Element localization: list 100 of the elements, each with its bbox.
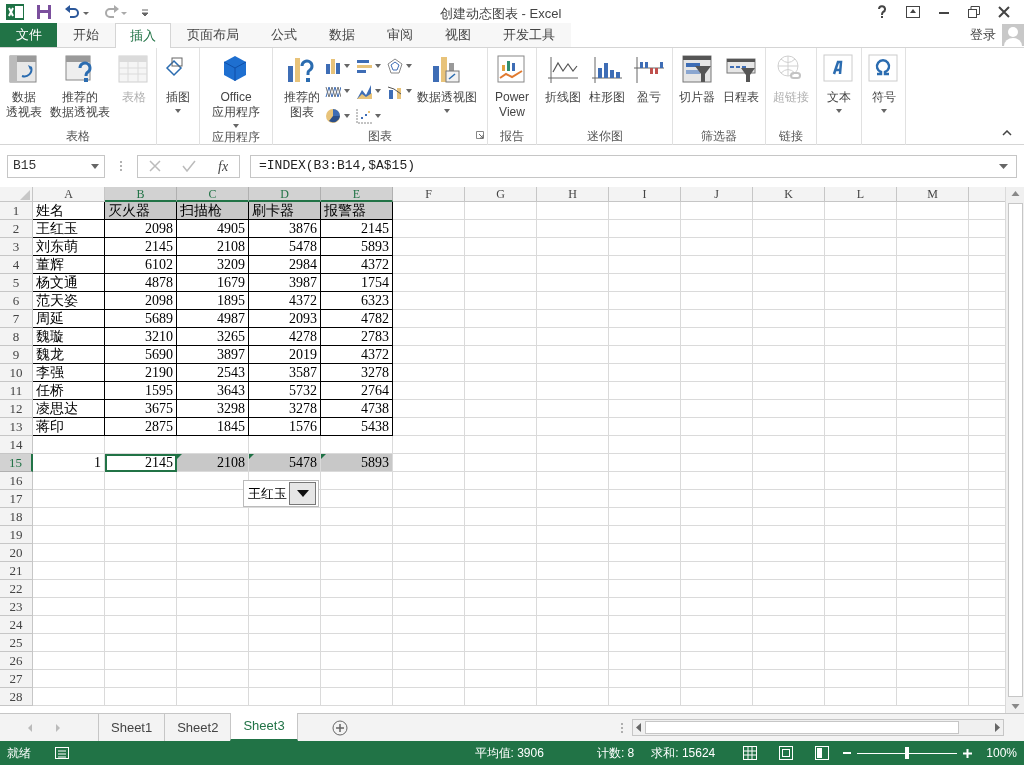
formula-field[interactable]: =INDEX(B3:B14,$A$15) [250, 154, 1017, 178]
empty-cell[interactable] [609, 490, 681, 508]
empty-cell[interactable] [393, 652, 465, 670]
row-header[interactable]: 14 [0, 436, 33, 454]
empty-cell[interactable] [897, 436, 969, 454]
table-cell[interactable]: 3987 [249, 274, 321, 292]
row-header[interactable]: 5 [0, 274, 33, 292]
table-cell[interactable]: 范天姿 [33, 292, 105, 310]
empty-cell[interactable] [105, 598, 177, 616]
empty-cell[interactable] [105, 580, 177, 598]
empty-cell[interactable] [537, 238, 609, 256]
table-cell[interactable]: 3643 [177, 382, 249, 400]
row-header[interactable]: 7 [0, 310, 33, 328]
empty-cell[interactable] [753, 526, 825, 544]
empty-cell[interactable] [393, 346, 465, 364]
ribbon-tab[interactable]: 页面布局 [171, 23, 255, 47]
empty-cell[interactable] [393, 364, 465, 382]
ribbon-button[interactable]: 文本 [820, 54, 858, 127]
empty-cell[interactable] [537, 400, 609, 418]
empty-cell[interactable] [897, 364, 969, 382]
page-layout-icon[interactable] [779, 746, 794, 760]
empty-cell[interactable] [825, 688, 897, 706]
empty-cell[interactable] [249, 616, 321, 634]
table-cell[interactable]: 扫描枪 [177, 202, 249, 220]
table-cell[interactable]: 5893 [321, 238, 393, 256]
table-cell[interactable]: 4987 [177, 310, 249, 328]
empty-cell[interactable] [393, 436, 465, 454]
column-header[interactable]: D [249, 187, 321, 202]
empty-cell[interactable] [897, 562, 969, 580]
empty-cell[interactable] [321, 652, 393, 670]
empty-cell[interactable] [825, 454, 897, 472]
restore-icon[interactable] [968, 6, 980, 18]
table-cell[interactable]: 2093 [249, 310, 321, 328]
empty-cell[interactable] [465, 346, 537, 364]
table-cell[interactable]: 4738 [321, 400, 393, 418]
empty-cell[interactable] [105, 616, 177, 634]
empty-cell[interactable] [537, 274, 609, 292]
empty-cell[interactable] [537, 202, 609, 220]
caret-icon[interactable] [91, 163, 99, 169]
empty-cell[interactable] [321, 490, 393, 508]
dialog-launcher-icon[interactable] [476, 131, 484, 139]
row-header[interactable]: 6 [0, 292, 33, 310]
empty-cell[interactable] [393, 688, 465, 706]
row-header[interactable]: 3 [0, 238, 33, 256]
empty-cell[interactable] [465, 364, 537, 382]
empty-cell[interactable] [537, 688, 609, 706]
table-cell[interactable]: 任桥 [33, 382, 105, 400]
table-cell[interactable]: 杨文通 [33, 274, 105, 292]
empty-cell[interactable] [393, 418, 465, 436]
table-cell[interactable]: 3587 [249, 364, 321, 382]
empty-cell[interactable] [753, 418, 825, 436]
empty-cell[interactable] [609, 652, 681, 670]
cancel-icon[interactable] [148, 160, 161, 172]
ribbon-tab[interactable]: 审阅 [371, 23, 429, 47]
table-cell[interactable]: 2764 [321, 382, 393, 400]
table-cell[interactable]: 4372 [321, 256, 393, 274]
empty-cell[interactable] [681, 436, 753, 454]
insert-function-button[interactable]: fx [218, 155, 229, 177]
error-flag-icon[interactable] [321, 454, 326, 459]
table-cell[interactable]: 1595 [105, 382, 177, 400]
column-header[interactable]: C [177, 187, 249, 202]
caret-icon[interactable] [343, 89, 350, 93]
ribbon-button[interactable]: Office 应用程序 [209, 54, 263, 128]
empty-cell[interactable] [753, 490, 825, 508]
table-cell[interactable]: 王红玉 [33, 220, 105, 238]
expand-formula-icon[interactable] [999, 163, 1008, 169]
empty-cell[interactable] [681, 202, 753, 220]
empty-cell[interactable] [825, 274, 897, 292]
empty-cell[interactable] [825, 490, 897, 508]
empty-cell[interactable] [609, 670, 681, 688]
row-header[interactable]: 21 [0, 562, 33, 580]
table-cell[interactable]: 3897 [177, 346, 249, 364]
empty-cell[interactable] [825, 580, 897, 598]
empty-cell[interactable] [465, 274, 537, 292]
empty-cell[interactable] [609, 310, 681, 328]
table-cell[interactable]: 刘东萌 [33, 238, 105, 256]
ribbon-button[interactable]: Power View [492, 54, 532, 127]
empty-cell[interactable] [537, 310, 609, 328]
table-cell[interactable]: 凌思达 [33, 400, 105, 418]
empty-cell[interactable] [465, 616, 537, 634]
empty-cell[interactable] [753, 382, 825, 400]
empty-cell[interactable] [321, 544, 393, 562]
empty-cell[interactable] [393, 508, 465, 526]
empty-cell[interactable] [753, 346, 825, 364]
empty-cell[interactable] [465, 256, 537, 274]
empty-cell[interactable] [537, 472, 609, 490]
empty-cell[interactable] [537, 454, 609, 472]
empty-cell[interactable] [609, 328, 681, 346]
empty-cell[interactable] [897, 598, 969, 616]
empty-cell[interactable] [753, 616, 825, 634]
sheet-tab[interactable]: Sheet3 [230, 713, 298, 741]
empty-cell[interactable] [465, 310, 537, 328]
caret-icon[interactable] [343, 64, 350, 68]
empty-cell[interactable] [681, 598, 753, 616]
empty-cell[interactable] [825, 238, 897, 256]
empty-cell[interactable] [681, 670, 753, 688]
empty-cell[interactable] [609, 544, 681, 562]
ribbon-button[interactable]: 盈亏 [629, 54, 668, 127]
empty-cell[interactable] [609, 472, 681, 490]
empty-cell[interactable] [681, 508, 753, 526]
